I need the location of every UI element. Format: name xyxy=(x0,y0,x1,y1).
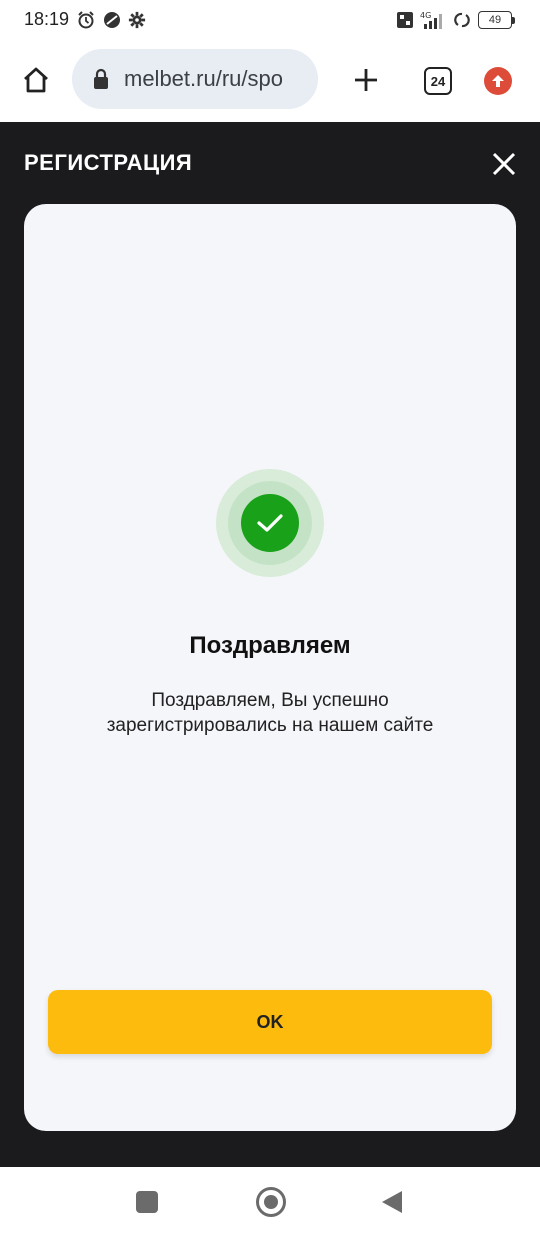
volte-icon xyxy=(397,12,413,28)
plus-icon xyxy=(355,69,377,91)
update-icon xyxy=(492,75,504,87)
checkmark-icon xyxy=(257,514,283,532)
success-card: Поздравляем Поздравляем, Вы успешно заре… xyxy=(24,204,516,1131)
ok-button[interactable]: OK xyxy=(48,990,492,1054)
browser-toolbar: melbet.ru/ru/spo 24 xyxy=(0,40,540,122)
new-tab-button[interactable] xyxy=(348,62,384,98)
status-time: 18:19 xyxy=(24,9,70,29)
alarm-icon xyxy=(78,11,94,29)
registration-overlay: РЕГИСТРАЦИЯ Поздравляем Поздравляем, Вы … xyxy=(0,122,540,1167)
update-button[interactable] xyxy=(484,67,512,95)
system-nav-bar xyxy=(0,1167,540,1238)
vpn-icon xyxy=(104,12,120,28)
battery-level: 49 xyxy=(488,14,502,26)
tabs-button[interactable]: 24 xyxy=(424,67,452,95)
signal-4g-icon: 4G xyxy=(420,11,442,29)
close-icon xyxy=(492,152,516,176)
modal-title: РЕГИСТРАЦИЯ xyxy=(24,150,193,175)
home-circle-icon[interactable] xyxy=(256,1187,286,1217)
url-text: melbet.ru/ru/spo xyxy=(124,66,283,91)
address-bar[interactable]: melbet.ru/ru/spo xyxy=(72,49,318,109)
close-button[interactable] xyxy=(488,148,520,180)
success-heading: Поздравляем xyxy=(189,632,351,659)
settings-icon xyxy=(128,11,146,29)
tab-count: 24 xyxy=(430,73,446,89)
battery-icon: 49 xyxy=(478,11,515,29)
lock-icon xyxy=(94,68,108,89)
success-message: Поздравляем, Вы успешно зарегистрировали… xyxy=(106,690,434,736)
sync-icon xyxy=(454,12,470,28)
status-bar: 18:19 4G 49 xyxy=(0,0,540,40)
svg-text:4G: 4G xyxy=(420,11,431,20)
home-button[interactable] xyxy=(18,62,54,98)
recents-icon[interactable] xyxy=(136,1191,158,1213)
back-icon[interactable] xyxy=(380,1189,404,1215)
success-badge xyxy=(216,469,324,577)
home-icon xyxy=(24,67,48,93)
